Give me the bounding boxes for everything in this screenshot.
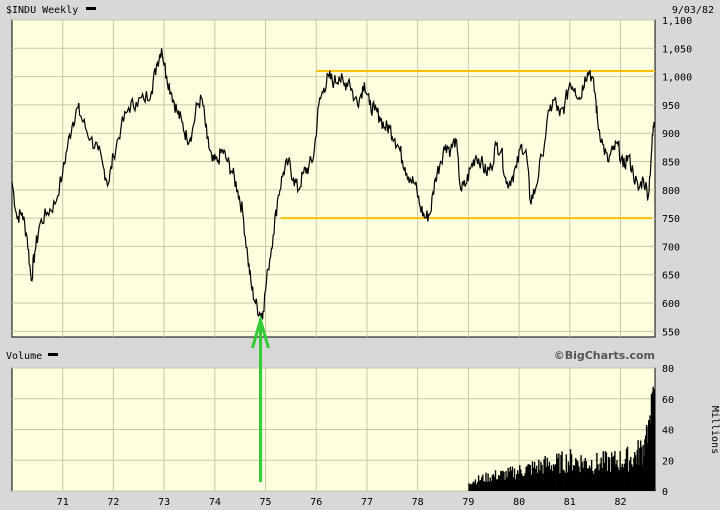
price-y-tick-label: 800 [662,186,680,197]
price-y-tick-label: 850 [662,158,680,169]
x-tick-label: 82 [614,497,626,508]
x-tick-label: 81 [564,497,576,508]
price-y-tick-label: 1,100 [662,16,692,27]
x-tick-label: 71 [57,497,69,508]
x-tick-label: 78 [412,497,424,508]
price-y-tick-label: 600 [662,299,680,310]
x-tick-label: 80 [513,497,525,508]
price-y-tick-label: 550 [662,327,680,338]
volume-y-axis-label: Millions [709,406,720,454]
price-y-tick-label: 900 [662,129,680,140]
x-tick-label: 77 [361,497,373,508]
x-tick-label: 72 [107,497,119,508]
volume-y-tick-label: 40 [662,426,674,437]
volume-y-tick-label: 60 [662,395,674,406]
price-y-tick-label: 650 [662,271,680,282]
volume-y-axis: 0 20 40 60 80 [662,364,674,498]
volume-y-tick-label: 0 [662,487,668,498]
x-axis: 71 72 73 74 75 76 77 78 79 80 81 82 [57,497,627,508]
dow-jones-weekly-chart: $INDU Weekly 9/03/82 5506006507007508008… [0,0,720,508]
volume-y-tick-label: 20 [662,456,674,467]
volume-bar [653,405,656,491]
copyright-label: ©BigCharts.com [554,349,655,362]
price-y-axis: 550 600 650 700 750 800 850 900 950 1,000 1,050 1,1… [662,16,692,338]
price-y-tick-label: 1,050 [662,44,692,55]
chart-window: $INDU Weekly 9/03/82 550 600 650 700 750 800 8… [0,0,720,510]
price-y-tick-label: 1,000 [662,73,692,84]
volume-legend-swatch [48,353,58,356]
price-y-tick-label: 950 [662,101,680,112]
volume-header-label: Volume [6,351,42,362]
ticker-label: $INDU Weekly [6,5,78,16]
volume-y-tick-label: 80 [662,364,674,375]
x-tick-label: 75 [260,497,272,508]
x-tick-label: 74 [209,497,221,508]
price-y-tick-label: 700 [662,242,680,253]
price-y-tick-label: 750 [662,214,680,225]
x-tick-label: 73 [158,497,170,508]
x-tick-label: 76 [310,497,322,508]
price-header-bar [0,0,720,20]
x-tick-label: 79 [462,497,474,508]
price-panel [11,19,656,338]
date-label: 9/03/82 [672,5,714,16]
price-legend-swatch [86,7,96,10]
